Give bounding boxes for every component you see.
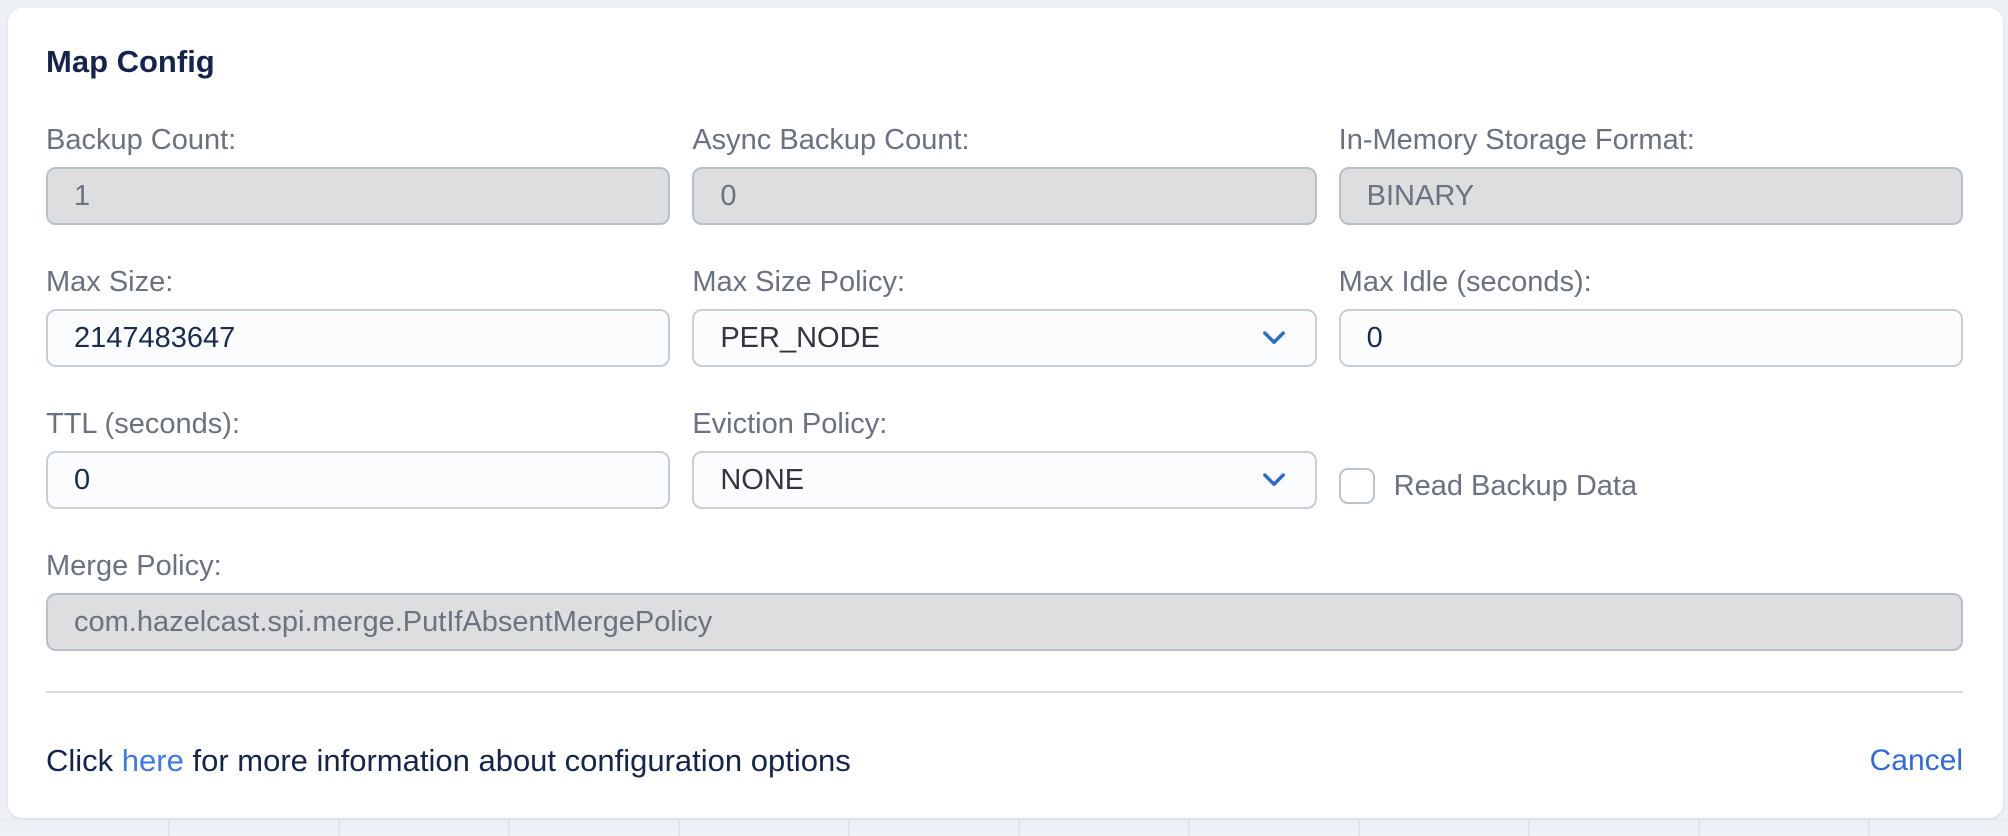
eviction-policy-select[interactable]: NONE <box>692 451 1316 509</box>
field-backup-count: Backup Count: <box>46 125 670 225</box>
async-backup-count-label: Async Backup Count: <box>692 125 1316 155</box>
max-size-policy-label: Max Size Policy: <box>692 267 1316 297</box>
more-info-link[interactable]: here <box>122 743 184 778</box>
field-max-size: Max Size: <box>46 267 670 367</box>
info-text-after-link: for more information about configuration… <box>192 743 850 778</box>
merge-policy-label: Merge Policy: <box>46 551 1963 581</box>
read-backup-data-checkbox[interactable] <box>1339 468 1375 504</box>
field-max-idle: Max Idle (seconds): <box>1339 267 1963 367</box>
more-info-text: Click here for more information about co… <box>46 743 851 779</box>
merge-policy-input <box>46 593 1963 651</box>
max-size-input[interactable] <box>46 309 670 367</box>
max-idle-label: Max Idle (seconds): <box>1339 267 1963 297</box>
eviction-policy-label: Eviction Policy: <box>692 409 1316 439</box>
info-text-before-link: Click <box>46 743 113 778</box>
field-eviction-policy: Eviction Policy: NONE <box>692 409 1316 509</box>
ttl-label: TTL (seconds): <box>46 409 670 439</box>
eviction-policy-selected-value: NONE <box>720 464 804 497</box>
max-size-policy-selected-value: PER_NODE <box>720 322 880 355</box>
field-ttl: TTL (seconds): <box>46 409 670 509</box>
ttl-input[interactable] <box>46 451 670 509</box>
footer-divider <box>46 691 1963 693</box>
field-in-memory-storage-format: In-Memory Storage Format: <box>1339 125 1963 225</box>
backup-count-label: Backup Count: <box>46 125 670 155</box>
cancel-button[interactable]: Cancel <box>1870 744 1963 778</box>
max-size-policy-select[interactable]: PER_NODE <box>692 309 1316 367</box>
field-merge-policy: Merge Policy: <box>46 551 1963 651</box>
backup-count-input <box>46 167 670 225</box>
chevron-down-icon <box>1257 463 1291 497</box>
field-read-backup-data: Read Backup Data <box>1339 457 1963 515</box>
map-config-panel: Map Config Backup Count: Async Backup Co… <box>8 8 2003 818</box>
chevron-down-icon <box>1257 321 1291 355</box>
max-idle-input[interactable] <box>1339 309 1963 367</box>
in-memory-storage-format-input <box>1339 167 1963 225</box>
max-size-label: Max Size: <box>46 267 670 297</box>
background-table-strip <box>0 819 2008 836</box>
field-max-size-policy: Max Size Policy: PER_NODE <box>692 267 1316 367</box>
map-config-form: Backup Count: Async Backup Count: In-Mem… <box>46 125 1963 651</box>
async-backup-count-input <box>692 167 1316 225</box>
in-memory-storage-format-label: In-Memory Storage Format: <box>1339 125 1963 155</box>
read-backup-data-label: Read Backup Data <box>1394 470 1637 503</box>
field-async-backup-count: Async Backup Count: <box>692 125 1316 225</box>
panel-title: Map Config <box>46 46 1963 78</box>
panel-footer: Click here for more information about co… <box>46 743 1963 779</box>
